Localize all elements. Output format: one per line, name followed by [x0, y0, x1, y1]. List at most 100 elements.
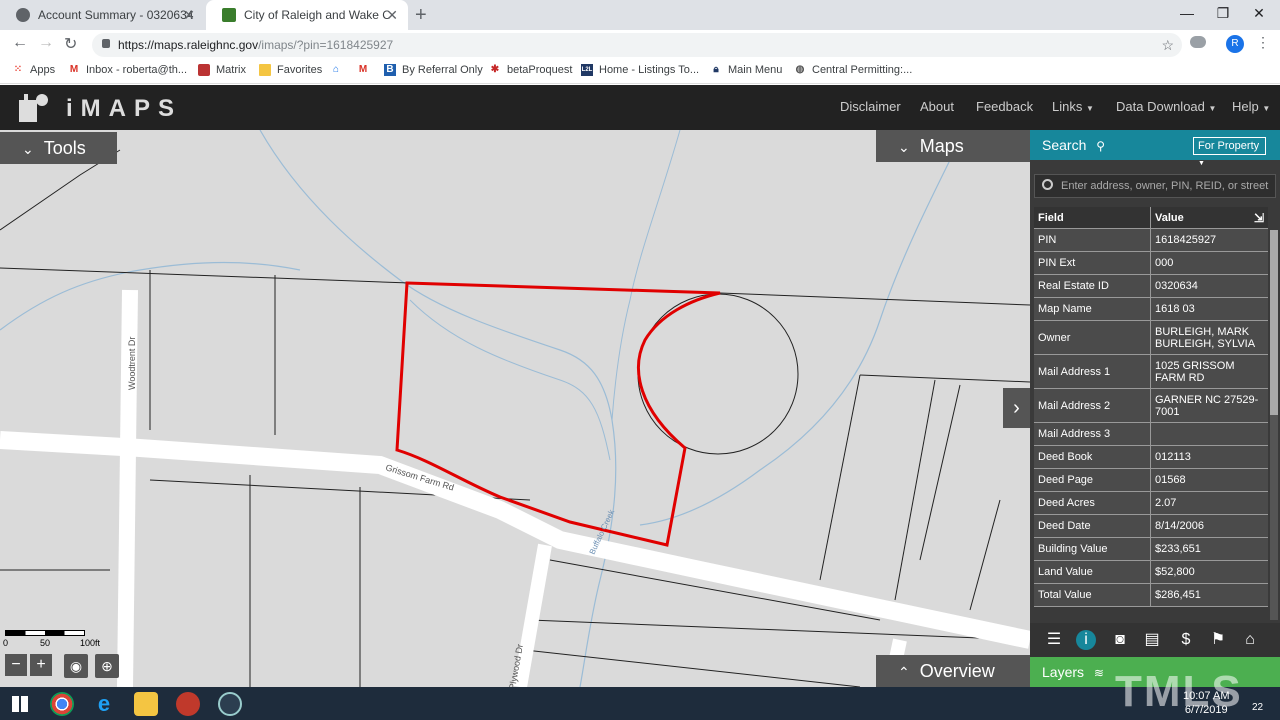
dollar-icon[interactable]: $: [1176, 630, 1196, 650]
bookmark-gmail[interactable]: M: [357, 64, 375, 76]
extension-icon[interactable]: [1190, 36, 1206, 48]
menu-icon[interactable]: ⋮: [1256, 34, 1270, 51]
info-icon[interactable]: i: [1076, 630, 1096, 650]
bookmark-central-permitting[interactable]: ◍ Central Permitting:...: [794, 64, 913, 76]
export-icon[interactable]: ⇲: [1254, 211, 1264, 225]
tab-imaps[interactable]: City of Raleigh and Wake County ✕: [206, 0, 408, 30]
field-label: Building Value: [1034, 538, 1151, 560]
file-explorer-icon[interactable]: [134, 692, 158, 716]
folder-icon: [259, 64, 271, 76]
camera-icon[interactable]: ◙: [1110, 630, 1130, 650]
imaps-logo-icon: [19, 94, 48, 122]
bookmark-favorites[interactable]: Favorites: [259, 64, 322, 76]
apps-grid-icon: ⁙: [13, 64, 23, 75]
windows-start-icon[interactable]: [12, 696, 28, 712]
field-value: 8/14/2006: [1155, 520, 1204, 532]
tab-account-summary[interactable]: Account Summary - 0320634 ✕: [0, 0, 205, 30]
close-tab-icon[interactable]: ✕: [183, 7, 195, 24]
map-canvas[interactable]: Woodtrent Dr Grissom Farm Rd Buffalo Cre…: [0, 130, 1030, 687]
nav-help[interactable]: Help ▼: [1232, 99, 1270, 114]
close-window-icon[interactable]: ✕: [1249, 5, 1269, 22]
zoom-in-button[interactable]: +: [30, 654, 52, 676]
nav-feedback[interactable]: Feedback: [976, 99, 1033, 114]
app-icon[interactable]: [176, 692, 200, 716]
ie-icon[interactable]: e: [92, 692, 116, 716]
table-row: PIN 1618425927: [1034, 229, 1268, 252]
nav-data-download[interactable]: Data Download ▼: [1116, 99, 1216, 114]
bookmark-home[interactable]: ⌂: [330, 64, 348, 76]
maximize-icon[interactable]: ❐: [1213, 5, 1233, 22]
bookmark-inbox[interactable]: M Inbox - roberta@th...: [68, 64, 187, 76]
forward-icon[interactable]: →: [38, 34, 54, 52]
address-bar-row: ← → ↻ https://maps.raleighnc.gov/imaps/?…: [0, 30, 1280, 58]
scale-bar: [5, 630, 85, 636]
back-icon[interactable]: ←: [12, 34, 28, 52]
globe-icon[interactable]: ◉: [64, 654, 88, 678]
field-value: $52,800: [1155, 566, 1195, 578]
field-value: GARNER NC 27529-7001: [1155, 393, 1259, 418]
search-icon[interactable]: ⚲: [1096, 139, 1105, 153]
field-label: Map Name: [1034, 298, 1151, 320]
flag-icon[interactable]: ⚑: [1208, 630, 1228, 650]
notification-badge[interactable]: 22: [1252, 702, 1263, 713]
table-row: Mail Address 3: [1034, 423, 1268, 446]
reload-icon[interactable]: ↻: [64, 34, 77, 54]
list-icon[interactable]: ☰: [1044, 630, 1064, 650]
bookmark-betaproquest[interactable]: ✱ betaProquest: [489, 64, 573, 76]
bookmark-home-listings[interactable]: L2L Home - Listings To...: [581, 64, 699, 76]
new-tab-icon[interactable]: +: [415, 4, 427, 27]
nav-disclaimer[interactable]: Disclaimer: [840, 99, 901, 114]
gmail-icon: M: [358, 64, 368, 75]
profile-avatar[interactable]: R: [1226, 35, 1244, 53]
tab-title: Account Summary - 0320634: [38, 8, 194, 22]
field-label: Land Value: [1034, 561, 1151, 583]
document-icon[interactable]: ▤: [1142, 630, 1162, 650]
zoom-out-button[interactable]: −: [5, 654, 27, 676]
field-label: Deed Book: [1034, 446, 1151, 468]
table-row: Deed Page 01568: [1034, 469, 1268, 492]
system-clock[interactable]: 10:07 AM 6/7/2019: [1183, 689, 1229, 717]
table-row: Deed Acres 2.07: [1034, 492, 1268, 515]
maps-panel-toggle[interactable]: ⌄ Maps: [876, 130, 1030, 162]
field-label: Deed Date: [1034, 515, 1151, 537]
bookmark-by-referral-only[interactable]: B By Referral Only: [384, 64, 483, 76]
url-input[interactable]: https://maps.raleighnc.gov/imaps/?pin=16…: [92, 33, 1182, 57]
overview-panel-toggle[interactable]: ⌃ Overview: [876, 655, 1030, 687]
star-icon[interactable]: ☆: [1161, 33, 1174, 57]
search-input[interactable]: Enter address, owner, PIN, REID, or stre…: [1034, 174, 1276, 198]
scrollbar-thumb[interactable]: [1270, 230, 1278, 415]
bookmark-apps[interactable]: ⁙ Apps: [12, 64, 55, 76]
table-row: PIN Ext 000: [1034, 252, 1268, 275]
field-value: 1618425927: [1155, 234, 1217, 246]
home-icon[interactable]: ⌂: [1240, 630, 1260, 650]
caret-down-icon: ▼: [1208, 104, 1217, 113]
field-label: Deed Page: [1034, 469, 1151, 491]
tab-title: City of Raleigh and Wake County: [244, 8, 389, 22]
nav-links[interactable]: Links ▼: [1052, 99, 1094, 114]
matrix-icon: [198, 64, 210, 76]
road-grissom: [0, 431, 1030, 649]
windows-taskbar: e TMLS 10:07 AM 6/7/2019 22: [0, 667, 1280, 720]
field-label: Owner: [1034, 321, 1151, 354]
field-label: Real Estate ID: [1034, 275, 1151, 297]
app-title: iMAPS: [66, 95, 183, 122]
map-view[interactable]: Woodtrent Dr Grissom Farm Rd Buffalo Cre…: [0, 130, 1030, 687]
search-mode-select[interactable]: For Property ▼: [1193, 137, 1266, 167]
globe-icon: [16, 8, 30, 22]
field-value: 1025 GRISSOM FARM RD: [1155, 359, 1235, 384]
bookmark-main-menu[interactable]: 🔒︎ Main Menu: [710, 64, 782, 76]
bookmark-matrix[interactable]: Matrix: [198, 64, 246, 76]
collapse-panel-button[interactable]: ›: [1003, 388, 1030, 428]
nav-about[interactable]: About: [920, 99, 954, 114]
app-icon[interactable]: [218, 692, 242, 716]
road-lower: [513, 543, 552, 687]
close-tab-icon[interactable]: ✕: [386, 7, 398, 24]
minimize-icon[interactable]: —: [1177, 5, 1197, 21]
listings-icon: L2L: [581, 64, 593, 76]
selected-parcel-outline[interactable]: [395, 281, 721, 547]
field-value: $233,651: [1155, 543, 1201, 555]
tools-panel-toggle[interactable]: ⌄ Tools: [0, 132, 117, 164]
table-row: Owner BURLEIGH, MARK BURLEIGH, SYLVIA: [1034, 321, 1268, 355]
locate-icon[interactable]: ⊕: [95, 654, 119, 678]
chrome-icon[interactable]: [50, 692, 74, 716]
